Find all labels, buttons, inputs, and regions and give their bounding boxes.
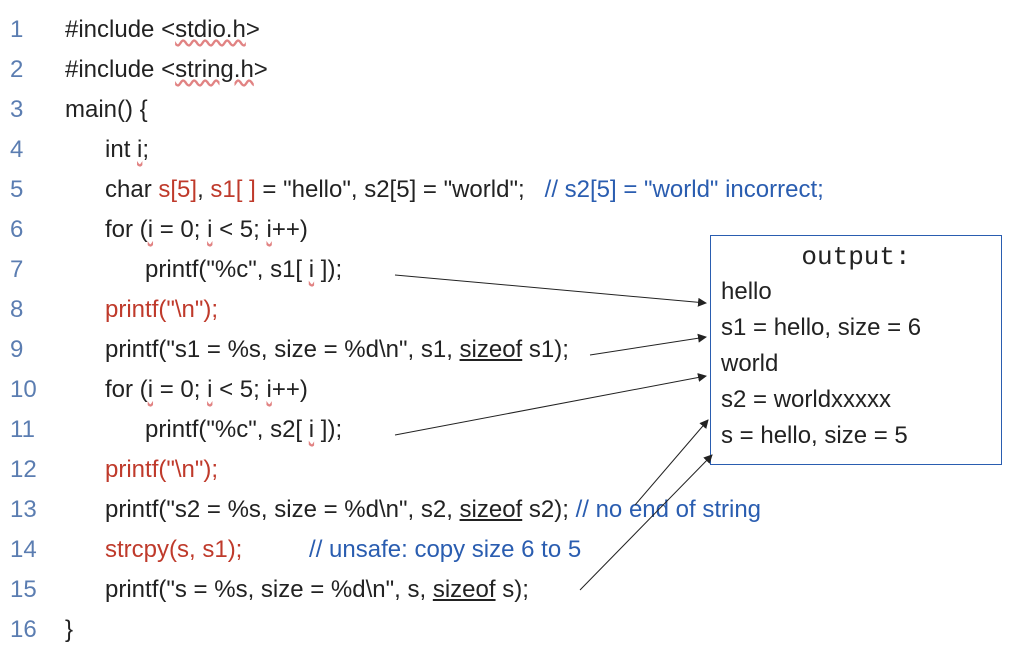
output-line: hello — [721, 274, 991, 310]
comment: // s2[5] = "world" incorrect; — [545, 176, 824, 203]
line-number: 4 — [10, 130, 50, 170]
comment: // unsafe: copy size 6 to 5 — [309, 536, 581, 563]
code-line: printf("s = %s, size = %d\n", s, sizeof … — [65, 570, 824, 610]
line-number: 1 — [10, 10, 50, 50]
text: sizeof — [460, 496, 523, 523]
line-number: 15 — [10, 570, 50, 610]
text: sizeof — [433, 576, 496, 603]
code-line: char s[5], s1[ ] = "hello", s2[5] = "wor… — [65, 170, 824, 210]
output-line: s = hello, size = 5 — [721, 418, 991, 454]
text-red: printf("\n"); — [65, 296, 218, 323]
text: s); — [496, 576, 529, 603]
line-number: 2 — [10, 50, 50, 90]
line-number: 14 — [10, 530, 50, 570]
text: } — [65, 616, 73, 643]
text: ++) — [272, 216, 308, 243]
text: printf("s1 = %s, size = %d\n", s1, — [65, 336, 460, 363]
code-line: #include <string.h> — [65, 50, 824, 90]
output-line: s1 = hello, size = 6 — [721, 310, 991, 346]
text: = 0; — [153, 216, 207, 243]
line-number: 10 — [10, 370, 50, 410]
text: s1); — [522, 336, 569, 363]
output-line: s2 = worldxxxxx — [721, 382, 991, 418]
text: for ( — [65, 216, 148, 243]
code-line: main() { — [65, 90, 824, 130]
text: #include < — [65, 56, 175, 83]
text: stdio.h — [175, 16, 246, 43]
line-number: 7 — [10, 250, 50, 290]
text-red: strcpy(s, s1); — [65, 536, 242, 563]
line-number: 3 — [10, 90, 50, 130]
line-number-gutter: 1 2 3 4 5 6 7 8 9 10 11 12 13 14 15 16 — [10, 10, 50, 650]
text: , — [197, 176, 210, 203]
text-red: s1[ ] — [210, 176, 255, 203]
code-line: int i; — [65, 130, 824, 170]
text: int — [65, 136, 137, 163]
text: string.h — [175, 56, 254, 83]
text: < 5; — [212, 216, 266, 243]
text-red: printf("\n"); — [65, 456, 218, 483]
text: = 0; — [153, 376, 207, 403]
line-number: 11 — [10, 410, 50, 450]
text: ++) — [272, 376, 308, 403]
slide: 1 2 3 4 5 6 7 8 9 10 11 12 13 14 15 16 #… — [0, 0, 1017, 652]
text: < 5; — [212, 376, 266, 403]
text: for ( — [65, 376, 148, 403]
line-number: 5 — [10, 170, 50, 210]
text: printf("s2 = %s, size = %d\n", s2, — [65, 496, 460, 523]
line-number: 16 — [10, 610, 50, 650]
code-line: strcpy(s, s1); // unsafe: copy size 6 to… — [65, 530, 824, 570]
text: printf("s = %s, size = %d\n", s, — [65, 576, 433, 603]
text: printf("%c", s1[ — [65, 256, 309, 283]
text: main() { — [65, 96, 148, 123]
comment: // no end of string — [576, 496, 761, 523]
text: ; — [142, 136, 149, 163]
text: char — [65, 176, 158, 203]
line-number: 6 — [10, 210, 50, 250]
line-number: 12 — [10, 450, 50, 490]
line-number: 13 — [10, 490, 50, 530]
text: sizeof — [460, 336, 523, 363]
text — [242, 536, 309, 563]
line-number: 8 — [10, 290, 50, 330]
code-line: } — [65, 610, 824, 650]
text: ]); — [314, 256, 342, 283]
line-number: 9 — [10, 330, 50, 370]
output-title: output: — [721, 242, 991, 272]
text: = "hello", s2[5] = "world"; — [256, 176, 545, 203]
code-line: #include <stdio.h> — [65, 10, 824, 50]
code-line: printf("s2 = %s, size = %d\n", s2, sizeo… — [65, 490, 824, 530]
output-box: output: hello s1 = hello, size = 6 world… — [710, 235, 1002, 465]
text: > — [246, 16, 260, 43]
text: printf("%c", s2[ — [65, 416, 309, 443]
output-line: world — [721, 346, 991, 382]
text: ]); — [314, 416, 342, 443]
text-red: s[5] — [158, 176, 197, 203]
text: > — [254, 56, 268, 83]
text: s2); — [522, 496, 575, 523]
text: #include < — [65, 16, 175, 43]
